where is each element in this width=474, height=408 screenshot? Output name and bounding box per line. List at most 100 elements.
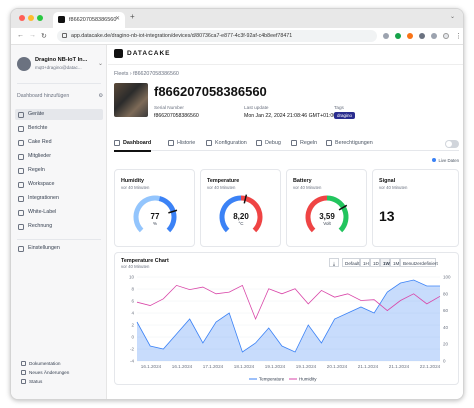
gauge-value: 77 bbox=[151, 212, 160, 221]
settings-icon bbox=[18, 245, 24, 252]
divider bbox=[17, 239, 101, 240]
changelog-link[interactable]: Neues Änderungen bbox=[21, 370, 69, 375]
sidebar-item-berichte[interactable]: Berichte bbox=[15, 123, 103, 134]
brand-name: DATACAKE bbox=[127, 50, 171, 57]
sidebar-item-integrationen[interactable]: Integrationen bbox=[15, 193, 103, 204]
y-tick-right: 40 bbox=[443, 325, 449, 330]
x-tick: 22.1.2024 bbox=[420, 364, 441, 369]
white-label-icon bbox=[18, 209, 24, 216]
debug-icon bbox=[256, 140, 262, 146]
sidebar-item-label: Berichte bbox=[28, 125, 48, 131]
sidebar-item-label: Mitglieder bbox=[28, 153, 51, 159]
chevron-updown-icon: ⌄ bbox=[97, 61, 103, 67]
divider bbox=[17, 83, 101, 84]
tag-badge[interactable]: dragino bbox=[334, 112, 356, 119]
add-dashboard-button[interactable]: Dashboard hinzufügen ⚙ bbox=[17, 93, 103, 99]
device-tabs: Dashboard Historie Konfiguration Debug R… bbox=[114, 137, 459, 152]
browser-tab-title: f866207058386560 bbox=[69, 17, 117, 23]
minimize-window-icon[interactable] bbox=[28, 15, 34, 21]
y-tick-left: 2 bbox=[131, 323, 134, 328]
sidebar-item-white-label[interactable]: White-Label bbox=[15, 207, 103, 218]
tab-historie[interactable]: Historie bbox=[168, 140, 195, 146]
x-tick: 21.1.2024 bbox=[389, 364, 410, 369]
live-dot-icon bbox=[432, 158, 437, 162]
sidebar-item-einstellungen[interactable]: Einstellungen bbox=[15, 243, 103, 254]
x-tick: 16.1.2024 bbox=[141, 364, 162, 369]
y-tick-left: 0 bbox=[131, 335, 134, 340]
close-tab-icon[interactable]: ✕ bbox=[115, 15, 120, 22]
sidebar-item-cake-red[interactable]: Cake Red bbox=[15, 137, 103, 148]
x-tick: 21.1.2024 bbox=[358, 364, 379, 369]
browser-tab[interactable]: f866207058386560 ✕ bbox=[53, 12, 125, 28]
workspace-email: mqtt+dragino@datac... bbox=[35, 65, 82, 70]
forward-icon[interactable]: → bbox=[29, 32, 36, 39]
battery-gauge: 3,59Volt bbox=[305, 195, 349, 233]
sidebar-toggle-icon[interactable] bbox=[431, 33, 437, 39]
lock-icon bbox=[62, 33, 67, 38]
temperature-chart-widget: Temperature Chart vor 40 Minuten ⤓ Defau… bbox=[114, 252, 459, 385]
serial-number-block: Serial Number f866207058386560 bbox=[154, 105, 199, 119]
x-tick: 19.1.2024 bbox=[265, 364, 286, 369]
y-tick-left: -4 bbox=[130, 359, 134, 364]
temperature-widget: Temperature vor 40 Minuten 8,20 °C bbox=[200, 169, 281, 247]
status-link[interactable]: Status bbox=[21, 379, 42, 384]
tab-regeln[interactable]: Regeln bbox=[291, 140, 317, 146]
y-tick-left: -2 bbox=[130, 347, 134, 352]
breadcrumb-fleets[interactable]: Fleets bbox=[114, 71, 128, 77]
extension-icon[interactable] bbox=[395, 33, 401, 39]
tab-berechtigungen[interactable]: Berechtigungen bbox=[326, 140, 373, 146]
new-tab-icon[interactable]: + bbox=[130, 12, 135, 21]
y-tick-right: 60 bbox=[443, 308, 449, 313]
url-input[interactable]: app.datacake.de/dragino-nb-iot-integrati… bbox=[57, 30, 377, 42]
extensions-puzzle-icon[interactable] bbox=[419, 33, 425, 39]
profile-icon[interactable] bbox=[443, 33, 449, 39]
url-text: app.datacake.de/dragino-nb-iot-integrati… bbox=[71, 33, 293, 39]
x-tick: 17.1.2024 bbox=[203, 364, 224, 369]
back-icon[interactable]: ← bbox=[17, 32, 24, 39]
close-window-icon[interactable] bbox=[19, 15, 25, 21]
devices-icon bbox=[18, 111, 24, 118]
dashboard-icon bbox=[114, 140, 120, 146]
browser-menu-icon[interactable]: ⋮ bbox=[455, 32, 462, 40]
sidebar-item-regeln[interactable]: Regeln bbox=[15, 165, 103, 176]
edit-mode-toggle[interactable] bbox=[445, 140, 459, 148]
bookmark-icon[interactable] bbox=[383, 33, 389, 39]
breadcrumb-current: f866207058386560 bbox=[133, 71, 179, 77]
workspace-switcher[interactable]: Dragino NB-IoT In... mqtt+dragino@datac.… bbox=[17, 55, 103, 75]
tab-list-chevron-icon[interactable]: ⌄ bbox=[450, 13, 455, 20]
gauge-value: 8,20 bbox=[233, 212, 249, 221]
gear-icon[interactable]: ⚙ bbox=[98, 93, 103, 99]
brand-logo[interactable]: DATACAKE bbox=[114, 49, 171, 58]
sidebar-item-rechnung[interactable]: Rechnung bbox=[15, 221, 103, 232]
tab-dashboard[interactable]: Dashboard bbox=[114, 140, 152, 152]
tab-label: Dashboard bbox=[123, 140, 152, 146]
maximize-window-icon[interactable] bbox=[37, 15, 43, 21]
documentation-link[interactable]: Dokumentation bbox=[21, 361, 61, 366]
datacake-favicon-icon bbox=[58, 16, 65, 23]
legend-humidity-label: Humidity bbox=[299, 377, 317, 382]
sidebar-item-label: Cake Red bbox=[28, 139, 52, 145]
humidity-widget: Humidity vor 40 Minuten 77% bbox=[114, 169, 195, 247]
sidebar-item-label: Workspace bbox=[28, 181, 55, 187]
sidebar-item-mitglieder[interactable]: Mitglieder bbox=[15, 151, 103, 162]
last-update-label: Last update bbox=[244, 105, 269, 110]
breadcrumb: Fleets › f866207058386560 bbox=[114, 71, 179, 77]
sidebar-item-workspace[interactable]: Workspace bbox=[15, 179, 103, 190]
metamask-extension-icon[interactable] bbox=[407, 33, 413, 39]
sidebar-item-label: Einstellungen bbox=[28, 245, 60, 251]
tab-debug[interactable]: Debug bbox=[256, 140, 281, 146]
gauge-unit: °C bbox=[238, 221, 244, 226]
tab-label: Historie bbox=[177, 140, 196, 146]
gauge-value: 3,59 bbox=[319, 212, 335, 221]
changelog-label: Neues Änderungen bbox=[29, 370, 70, 375]
serial-value: f866207058386560 bbox=[154, 113, 199, 119]
workspace-avatar bbox=[17, 57, 31, 71]
members-icon bbox=[18, 153, 24, 160]
legend-temperature-label: Temperature bbox=[259, 377, 285, 382]
address-bar: ← → ↻ app.datacake.de/dragino-nb-iot-int… bbox=[11, 28, 463, 45]
reload-icon[interactable]: ↻ bbox=[41, 32, 47, 40]
tab-konfiguration[interactable]: Konfiguration bbox=[206, 140, 247, 146]
live-data-indicator: Live Daten bbox=[432, 158, 459, 163]
sidebar-item-geraete[interactable]: Geräte bbox=[15, 109, 103, 120]
widget-title: Signal bbox=[379, 178, 396, 184]
